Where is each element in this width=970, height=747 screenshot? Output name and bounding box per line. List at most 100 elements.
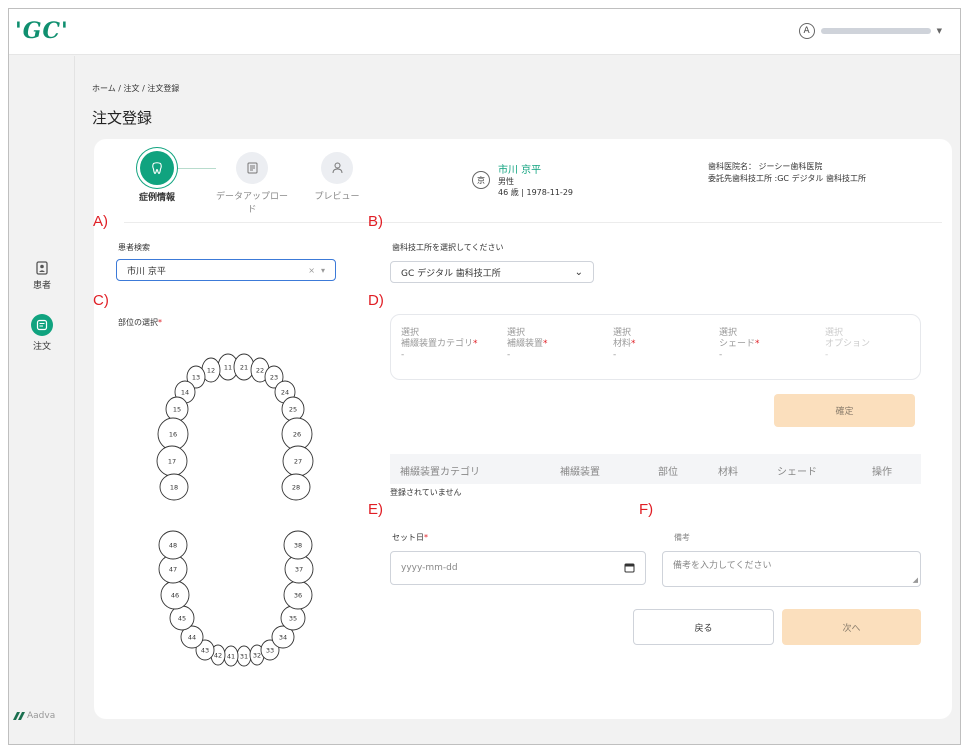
tooth-number: 33 <box>266 647 274 655</box>
tooth-number: 16 <box>169 431 177 439</box>
tooth-27[interactable]: 27 <box>282 445 314 477</box>
sidebar-item-patient[interactable]: 患者 <box>9 261 75 291</box>
tooth-number: 47 <box>169 566 177 574</box>
option-category[interactable]: 選択 補綴装置カテゴリ* - <box>401 328 478 361</box>
step-label: 症例情報 <box>138 193 175 203</box>
tooth-46[interactable]: 46 <box>160 580 190 610</box>
lab-select-label: 歯科技工所を選択してください <box>392 243 504 252</box>
tooth-18[interactable]: 18 <box>159 473 189 501</box>
tooth-number: 46 <box>171 592 179 600</box>
step-data-upload[interactable]: データアップロード <box>212 152 292 215</box>
col-device: 補綴装置 <box>560 467 600 478</box>
tooth-number: 36 <box>294 592 302 600</box>
tooth-35[interactable]: 35 <box>280 605 306 631</box>
col-category: 補綴装置カテゴリ <box>400 467 480 478</box>
tooth-number: 43 <box>201 647 209 655</box>
tooth-17[interactable]: 17 <box>156 445 188 477</box>
patient-search-input[interactable]: 市川 京平 × ▾ <box>116 259 336 281</box>
sidebar-item-order[interactable]: 注文 <box>9 314 75 352</box>
aadva-logo: Aadva <box>13 711 55 721</box>
chevron-down-icon: ⌄ <box>574 266 583 278</box>
main-content: ホーム / 注文 / 注文登録 注文登録 症例情報 データアップロード プレビュ… <box>75 56 960 744</box>
clinic-name: 歯科医院名： ジーシー歯科医院 <box>708 162 823 171</box>
order-form-card: 症例情報 データアップロード プレビュー 京 市川 京平 男性 46 歳 | 1… <box>93 139 952 719</box>
tooth-number: 18 <box>170 484 178 492</box>
tooth-25[interactable]: 25 <box>281 396 305 422</box>
tooth-number: 35 <box>289 615 297 623</box>
tooth-number: 32 <box>253 652 261 660</box>
col-material: 材料 <box>718 467 738 478</box>
section-label-e: E) <box>368 501 383 518</box>
tooth-28[interactable]: 28 <box>281 473 311 501</box>
tooth-number: 22 <box>256 367 264 375</box>
gc-logo: 'GC' <box>15 18 69 44</box>
tooth-45[interactable]: 45 <box>169 605 195 631</box>
user-name-blurred <box>820 28 931 34</box>
avatar: A <box>798 23 815 39</box>
lab-name: 委託先歯科技工所 :GC デジタル 歯科技工所 <box>708 174 866 183</box>
tooth-number: 17 <box>168 458 176 466</box>
patient-age-birth: 46 歳 | 1978-11-29 <box>498 188 573 197</box>
order-icon <box>31 314 53 336</box>
site-select-label: 部位の選択* <box>118 318 162 327</box>
col-shade: シェード <box>777 467 817 478</box>
tooth-number: 44 <box>188 634 196 642</box>
sidebar: 患者 注文 Aadva <box>9 56 75 744</box>
tooth-26[interactable]: 26 <box>281 417 313 451</box>
step-label: データアップロード <box>215 192 288 215</box>
set-date-input[interactable]: yyyy-mm-dd <box>390 551 646 585</box>
user-menu[interactable]: A ▼ <box>798 23 942 39</box>
step-preview[interactable]: プレビュー <box>307 152 367 202</box>
tooth-number: 25 <box>289 406 297 414</box>
patient-badge: 京 <box>472 171 490 189</box>
clinic-info: 歯科医院名： ジーシー歯科医院 委託先歯科技工所 :GC デジタル 歯科技工所 <box>708 161 866 185</box>
prosthesis-options: 選択 補綴装置カテゴリ* - 選択 補綴装置* - 選択 材料* - 選択 シェ… <box>390 314 921 380</box>
tooth-number: 34 <box>279 634 287 642</box>
patient-icon <box>9 261 75 275</box>
tooth-36[interactable]: 36 <box>283 580 313 610</box>
app-window: 'GC' A ▼ 患者 注文 Aadva ホーム / 注文 / 注文登録 注文登… <box>8 8 961 745</box>
tooth-icon <box>140 151 174 185</box>
tooth-48[interactable]: 48 <box>158 530 188 560</box>
tooth-number: 31 <box>240 653 248 661</box>
tooth-number: 41 <box>227 653 235 661</box>
confirm-button[interactable]: 確定 <box>774 394 915 427</box>
tooth-41[interactable]: 41 <box>223 645 239 667</box>
clear-icon[interactable]: × <box>308 266 315 275</box>
back-button[interactable]: 戻る <box>633 609 774 645</box>
person-icon <box>321 152 353 184</box>
patient-search-label: 患者検索 <box>118 243 150 252</box>
tooth-number: 21 <box>240 364 248 372</box>
chevron-down-icon[interactable]: ▾ <box>321 266 325 275</box>
resize-handle-icon[interactable]: ◢ <box>913 576 918 584</box>
tooth-number: 13 <box>192 374 200 382</box>
next-button[interactable]: 次へ <box>782 609 921 645</box>
section-label-d: D) <box>368 292 384 309</box>
page-title: 注文登録 <box>92 109 153 127</box>
section-label-a: A) <box>93 213 108 230</box>
tooth-31[interactable]: 31 <box>236 645 252 667</box>
step-case-info[interactable]: 症例情報 <box>127 151 187 203</box>
step-label: プレビュー <box>314 192 360 202</box>
tooth-number: 12 <box>207 367 215 375</box>
option-extra: 選択 オプション - <box>825 328 871 360</box>
sidebar-item-label: 患者 <box>32 281 51 291</box>
chevron-down-icon: ▼ <box>936 27 942 35</box>
option-device[interactable]: 選択 補綴装置* - <box>507 328 548 361</box>
lab-select[interactable]: GC デジタル 歯科技工所 ⌄ <box>390 261 594 283</box>
patient-info: 京 市川 京平 男性 46 歳 | 1978-11-29 <box>472 161 573 198</box>
tooth-15[interactable]: 15 <box>165 396 189 422</box>
sidebar-item-label: 注文 <box>32 342 51 352</box>
tooth-38[interactable]: 38 <box>283 530 313 560</box>
set-date-label: セット日* <box>392 533 428 542</box>
tooth-16[interactable]: 16 <box>157 417 189 451</box>
option-shade[interactable]: 選択 シェード* - <box>719 328 760 361</box>
section-label-b: B) <box>368 213 383 230</box>
calendar-icon[interactable] <box>624 562 635 575</box>
option-material[interactable]: 選択 材料* - <box>613 328 636 361</box>
tooth-chart[interactable]: 11 12 1314 15 16 17 18 21 22 2324 25 26 27 28 31 32 33 34… <box>132 349 332 679</box>
remarks-textarea[interactable]: 備考を入力してください ◢ <box>662 551 921 587</box>
col-site: 部位 <box>658 467 678 478</box>
section-label-f: F) <box>639 501 654 518</box>
col-actions: 操作 <box>872 467 892 478</box>
